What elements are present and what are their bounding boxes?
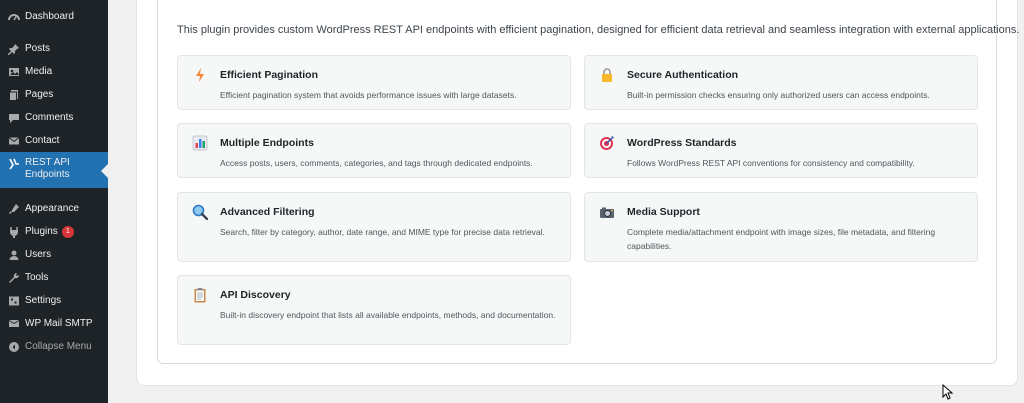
bar-chart-icon: [192, 135, 208, 151]
menu-dashboard[interactable]: Dashboard: [0, 5, 108, 28]
lightning-icon: [192, 67, 208, 83]
menu-media-label: Media: [25, 66, 53, 77]
collapse-icon: [7, 340, 20, 353]
plugins-icon: [7, 225, 20, 238]
feature-card-secure-authentication: Secure Authentication Built-in permissio…: [584, 55, 978, 110]
rest-api-icon: [7, 157, 20, 170]
feature-title: Secure Authentication: [627, 69, 739, 81]
feature-card-efficient-pagination: Efficient Pagination Efficient paginatio…: [177, 55, 571, 110]
feature-title: Media Support: [627, 206, 700, 218]
menu-users[interactable]: Users: [0, 243, 108, 266]
media-icon: [7, 65, 20, 78]
clipboard-icon: [192, 287, 208, 303]
menu-wp-mail-smtp-label: WP Mail SMTP: [25, 318, 93, 329]
comments-icon: [7, 111, 20, 124]
feature-description: Complete media/attachment endpoint with …: [627, 227, 936, 251]
menu-tools-label: Tools: [25, 272, 49, 283]
menu-dashboard-label: Dashboard: [25, 11, 74, 22]
settings-icon: [7, 294, 20, 307]
menu-appearance[interactable]: Appearance: [0, 197, 108, 220]
feature-description: Efficient pagination system that avoids …: [220, 90, 517, 100]
feature-title: WordPress Standards: [627, 137, 737, 149]
plugins-update-badge: 1: [61, 225, 74, 238]
users-icon: [7, 248, 20, 261]
feature-card-media-support: Media Support Complete media/attachment …: [584, 192, 978, 262]
menu-wp-mail-smtp[interactable]: WP Mail SMTP: [0, 312, 108, 335]
feature-card-multiple-endpoints: Multiple Endpoints Access posts, users, …: [177, 123, 571, 178]
collapse-menu-label: Collapse Menu: [25, 341, 92, 352]
mail-icon: [7, 134, 20, 147]
menu-contact-label: Contact: [25, 135, 60, 146]
feature-description: Built-in permission checks ensuring only…: [627, 90, 930, 100]
menu-settings[interactable]: Settings: [0, 289, 108, 312]
lock-icon: [599, 67, 615, 83]
menu-users-label: Users: [25, 249, 52, 260]
feature-card-api-discovery: API Discovery Built-in discovery endpoin…: [177, 275, 571, 345]
feature-description: Search, filter by category, author, date…: [220, 227, 545, 237]
plugin-intro-text: This plugin provides custom WordPress RE…: [177, 24, 1020, 36]
tools-icon: [7, 271, 20, 284]
menu-comments-label: Comments: [25, 112, 74, 123]
menu-pages[interactable]: Pages: [0, 83, 108, 106]
camera-icon: [599, 204, 615, 220]
menu-comments[interactable]: Comments: [0, 106, 108, 129]
menu-tools[interactable]: Tools: [0, 266, 108, 289]
feature-card-wordpress-standards: WordPress Standards Follows WordPress RE…: [584, 123, 978, 178]
feature-title: Advanced Filtering: [220, 206, 315, 218]
feature-title: API Discovery: [220, 289, 291, 301]
magnifier-icon: [192, 204, 209, 221]
menu-rest-api-endpoints[interactable]: REST API Endpoints: [0, 152, 108, 188]
menu-posts[interactable]: Posts: [0, 37, 108, 60]
smtp-icon: [7, 317, 20, 330]
menu-settings-label: Settings: [25, 295, 62, 306]
admin-sidebar: Dashboard Posts Media Pages Comments Con…: [0, 0, 108, 403]
menu-appearance-label: Appearance: [25, 203, 79, 214]
menu-posts-label: Posts: [25, 43, 51, 54]
feature-description: Built-in discovery endpoint that lists a…: [220, 310, 556, 320]
menu-pages-label: Pages: [25, 89, 54, 100]
feature-description: Access posts, users, comments, categorie…: [220, 158, 533, 168]
menu-plugins-label: Plugins: [25, 226, 58, 237]
target-icon: [599, 135, 615, 151]
dashboard-icon: [7, 10, 20, 23]
mouse-pointer-icon: [942, 383, 954, 400]
feature-title: Efficient Pagination: [220, 69, 319, 81]
feature-title: Multiple Endpoints: [220, 137, 314, 149]
pin-icon: [7, 42, 20, 55]
pages-icon: [7, 88, 20, 101]
feature-description: Follows WordPress REST API conventions f…: [627, 158, 915, 168]
menu-contact[interactable]: Contact: [0, 129, 108, 152]
menu-rest-api-label: REST API Endpoints: [25, 157, 70, 180]
appearance-icon: [7, 202, 20, 215]
menu-plugins[interactable]: Plugins 1: [0, 220, 108, 243]
feature-card-advanced-filtering: Advanced Filtering Search, filter by cat…: [177, 192, 571, 262]
menu-media[interactable]: Media: [0, 60, 108, 83]
collapse-menu-button[interactable]: Collapse Menu: [0, 335, 108, 358]
